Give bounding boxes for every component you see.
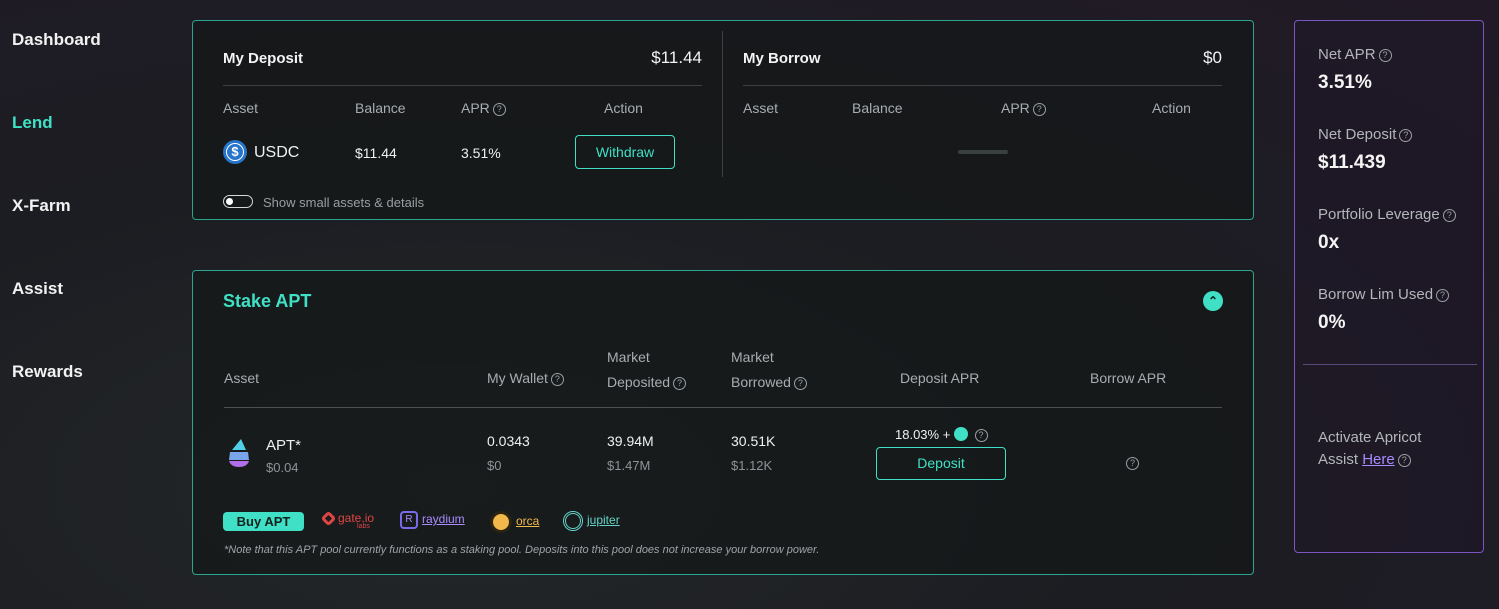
help-icon[interactable]: ? bbox=[1442, 209, 1456, 222]
stake-row-asset: APT* bbox=[266, 437, 302, 454]
net-deposit-label: Net Deposit? bbox=[1318, 126, 1413, 143]
small-assets-toggle[interactable] bbox=[223, 195, 253, 208]
borrow-divider bbox=[743, 85, 1222, 86]
borrow-title: My Borrow bbox=[743, 50, 821, 67]
nav-x-farm[interactable]: X-Farm bbox=[12, 196, 71, 216]
partner-jupiter[interactable]: jupiter bbox=[563, 511, 620, 531]
nav-lend[interactable]: Lend bbox=[12, 113, 53, 133]
nav-dashboard[interactable]: Dashboard bbox=[12, 30, 101, 50]
help-icon[interactable]: ? bbox=[793, 377, 807, 390]
stake-col-borrow-apr: Borrow APR bbox=[1090, 370, 1167, 386]
empty-placeholder-bar bbox=[958, 150, 1008, 154]
stake-col-deposited: Market Deposited? bbox=[607, 345, 687, 395]
orca-icon bbox=[490, 511, 512, 533]
help-icon[interactable]: ? bbox=[550, 373, 564, 386]
net-apr-label: Net APR? bbox=[1318, 46, 1392, 63]
nav-rewards[interactable]: Rewards bbox=[12, 362, 83, 382]
net-apr-value: 3.51% bbox=[1318, 72, 1372, 93]
deposit-row-apr: 3.51% bbox=[461, 145, 501, 161]
stake-row-deposited: 39.94M bbox=[607, 433, 654, 449]
collapse-chevron-icon[interactable]: ⌃ bbox=[1203, 291, 1223, 311]
deposit-total: $11.44 bbox=[651, 48, 702, 67]
panel-separator bbox=[722, 31, 723, 177]
stake-row-asset-value: $0.04 bbox=[266, 460, 299, 475]
apt-icon bbox=[229, 439, 249, 467]
deposit-col-apr: APR? bbox=[461, 100, 506, 116]
stake-title: Stake APT bbox=[223, 291, 312, 311]
nav-assist[interactable]: Assist bbox=[12, 279, 63, 299]
deposit-col-action: Action bbox=[604, 100, 643, 116]
positions-panel: My Deposit $11.44 Asset Balance APR? Act… bbox=[192, 20, 1254, 220]
usdc-icon: $ bbox=[223, 140, 247, 164]
summary-panel: Net APR? 3.51% Net Deposit? $11.439 Port… bbox=[1294, 20, 1484, 553]
partner-raydium[interactable]: Rraydium bbox=[400, 511, 465, 529]
stake-row-deposited-usd: $1.47M bbox=[607, 458, 651, 473]
deposit-col-balance: Balance bbox=[355, 100, 406, 116]
deposit-col-asset: Asset bbox=[223, 100, 259, 116]
help-icon[interactable]: ? bbox=[1397, 454, 1411, 467]
stake-row-wallet-usd: $0 bbox=[487, 458, 502, 473]
help-icon[interactable]: ? bbox=[673, 377, 687, 390]
stake-divider bbox=[224, 407, 1222, 408]
deposit-row-asset: USDC bbox=[254, 144, 300, 161]
gateio-sub-label: labs bbox=[357, 523, 370, 530]
leverage-value: 0x bbox=[1318, 232, 1340, 253]
help-icon[interactable]: ? bbox=[1378, 49, 1392, 62]
reward-token-icon bbox=[953, 427, 968, 441]
help-icon[interactable]: ? bbox=[1436, 289, 1450, 302]
stake-col-wallet: My Wallet? bbox=[487, 370, 564, 386]
stake-col-asset: Asset bbox=[224, 370, 260, 386]
leverage-label: Portfolio Leverage? bbox=[1318, 206, 1456, 223]
raydium-icon: R bbox=[400, 511, 418, 529]
deposit-button[interactable]: Deposit bbox=[876, 447, 1006, 480]
partner-gateio[interactable]: gate.io labs bbox=[320, 511, 374, 530]
buy-apt-button[interactable]: Buy APT bbox=[223, 512, 304, 531]
gateio-icon bbox=[320, 511, 337, 527]
borrow-lim-value: 0% bbox=[1318, 312, 1346, 333]
stake-note: *Note that this APT pool currently funct… bbox=[224, 544, 820, 556]
deposit-divider bbox=[223, 85, 702, 86]
deposit-title: My Deposit bbox=[223, 50, 304, 67]
summary-divider bbox=[1303, 364, 1477, 365]
help-icon[interactable]: ? bbox=[1126, 457, 1139, 470]
borrow-col-asset: Asset bbox=[743, 100, 779, 116]
jupiter-icon bbox=[563, 511, 583, 531]
stake-panel: Stake APT ⌃ Asset My Wallet? Market Depos… bbox=[192, 270, 1254, 575]
assist-here-link[interactable]: Here bbox=[1362, 451, 1395, 468]
stake-row-borrowed-usd: $1.12K bbox=[731, 458, 773, 473]
help-icon[interactable]: ? bbox=[974, 429, 988, 442]
help-icon[interactable]: ? bbox=[492, 103, 506, 116]
stake-col-deposit-apr: Deposit APR bbox=[900, 370, 980, 386]
assist-cta: Activate Apricot Assist Here? bbox=[1318, 429, 1422, 468]
help-icon[interactable]: ? bbox=[1399, 129, 1413, 142]
stake-row-borrowed: 30.51K bbox=[731, 433, 776, 449]
borrow-col-balance: Balance bbox=[852, 100, 903, 116]
help-icon[interactable]: ? bbox=[1032, 103, 1046, 116]
withdraw-button[interactable]: Withdraw bbox=[575, 135, 675, 169]
partner-orca[interactable]: orca bbox=[490, 511, 539, 533]
small-assets-label: Show small assets & details bbox=[263, 195, 425, 210]
deposit-row-balance: $11.44 bbox=[355, 145, 397, 161]
borrow-total: $0 bbox=[1203, 48, 1222, 67]
stake-row-wallet: 0.0343 bbox=[487, 433, 530, 449]
borrow-apr-help: ? bbox=[1123, 454, 1139, 472]
stake-col-borrowed: Market Borrowed? bbox=[731, 345, 807, 395]
borrow-col-action: Action bbox=[1152, 100, 1191, 116]
net-deposit-value: $11.439 bbox=[1318, 152, 1386, 173]
borrow-lim-label: Borrow Lim Used? bbox=[1318, 286, 1450, 303]
toggle-knob bbox=[226, 198, 233, 205]
stake-row-deposit-apr: 18.03% + ? bbox=[895, 427, 988, 442]
borrow-col-apr: APR? bbox=[1001, 100, 1046, 116]
